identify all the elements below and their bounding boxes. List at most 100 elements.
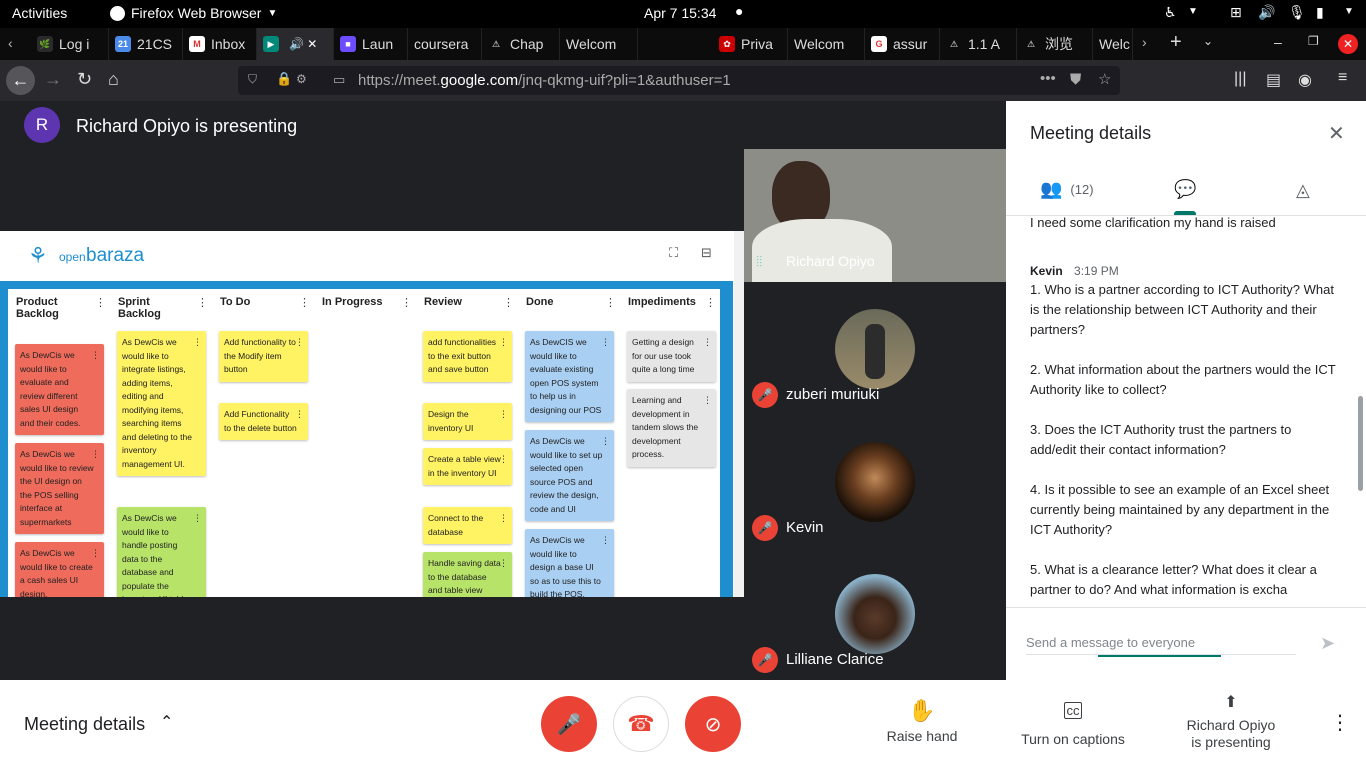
chat-scrollbar[interactable] (1358, 396, 1363, 491)
microphone-icon[interactable]: 🎙 (1288, 4, 1306, 21)
browser-tab[interactable]: ⚠ 浏览 (1017, 28, 1093, 60)
column-menu-icon[interactable]: ⋮ (503, 296, 514, 309)
page-actions-icon[interactable]: ••• (1040, 70, 1056, 87)
kanban-card[interactable]: As DewCis we would like to design a base… (525, 529, 614, 597)
board-scrollbar[interactable] (734, 231, 744, 597)
clock[interactable]: Apr 7 15:34 (644, 5, 716, 21)
raise-hand-button[interactable]: ✋ Raise hand (880, 698, 964, 744)
meeting-details-button[interactable]: Meeting details (24, 714, 145, 735)
card-menu-icon[interactable]: ⋮ (193, 336, 202, 350)
kanban-card[interactable]: add functionalities to the exit button a… (423, 331, 512, 382)
maximize-icon[interactable]: ❐ (1308, 34, 1319, 48)
card-menu-icon[interactable]: ⋮ (703, 394, 712, 408)
kanban-card[interactable]: As DewCis we would like to evaluate and … (15, 344, 104, 435)
chat-input[interactable]: Send a message to everyone (1026, 635, 1296, 655)
browser-tab[interactable]: coursera (408, 28, 482, 60)
battery-icon[interactable]: ▮ (1316, 4, 1324, 21)
kanban-card[interactable]: As DewCis we would like to review the UI… (15, 443, 104, 534)
back-icon[interactable]: ← (6, 66, 35, 95)
browser-tab[interactable]: Gassur (865, 28, 940, 60)
chevron-up-icon[interactable]: ⌃ (160, 712, 173, 732)
kanban-card[interactable]: As DewCIS we would like to evaluate exis… (525, 331, 614, 422)
card-menu-icon[interactable]: ⋮ (91, 349, 100, 363)
new-tab-icon[interactable]: + (1170, 31, 1182, 54)
card-menu-icon[interactable]: ⋮ (601, 435, 610, 449)
card-menu-icon[interactable]: ⋮ (499, 408, 508, 422)
card-menu-icon[interactable]: ⋮ (499, 512, 508, 526)
card-menu-icon[interactable]: ⋮ (499, 336, 508, 350)
browser-tab[interactable]: ▶ 🔊 ✕ (257, 28, 334, 60)
card-menu-icon[interactable]: ⋮ (499, 453, 508, 467)
browser-tab[interactable]: ⚠ Chap (482, 28, 560, 60)
send-icon[interactable]: ➤ (1320, 633, 1335, 654)
browser-tab[interactable]: ⚠ 1.1 A (940, 28, 1017, 60)
reload-icon[interactable]: ↻ (77, 69, 92, 90)
card-menu-icon[interactable]: ⋮ (91, 547, 100, 561)
url-bar[interactable]: ⛉ 🔒 ⚙ ▭ https://meet.google.com/jnq-qkmg… (238, 66, 1120, 95)
activities-button[interactable]: Activities (12, 5, 67, 21)
browser-tab[interactable]: 🌿 Log i (31, 28, 109, 60)
card-menu-icon[interactable]: ⋮ (499, 557, 508, 571)
browser-tab[interactable]: Welc (1093, 28, 1133, 60)
more-options-icon[interactable]: ⋮ (1330, 710, 1350, 735)
column-menu-icon[interactable]: ⋮ (95, 296, 106, 309)
browser-tab[interactable]: M Inbox (183, 28, 257, 60)
column-menu-icon[interactable]: ⋮ (299, 296, 310, 309)
browser-tab[interactable]: ✿ Priva (713, 28, 788, 60)
account-icon[interactable]: ◉ (1298, 70, 1312, 90)
kanban-card[interactable]: As DewCis we would like to create a cash… (15, 542, 104, 597)
network-icon[interactable]: ⊞ (1230, 4, 1242, 21)
kanban-card[interactable]: Design the inventory UI ⋮ (423, 403, 512, 440)
kanban-card[interactable]: Handle saving data to the database and t… (423, 552, 512, 597)
tab-scroll-left-icon[interactable]: ‹ (8, 35, 13, 51)
close-window-icon[interactable]: ✕ (1338, 34, 1358, 54)
list-tabs-icon[interactable]: ⌄ (1203, 34, 1213, 48)
menu-icon[interactable]: ≡ (1338, 69, 1347, 87)
browser-tab[interactable]: ■ Laun (334, 28, 408, 60)
sidebar-icon[interactable]: ▤ (1266, 70, 1281, 90)
tab-scroll-right-icon[interactable]: › (1142, 34, 1147, 50)
card-menu-icon[interactable]: ⋮ (91, 448, 100, 462)
kanban-card[interactable]: As DewCis we would like to integrate lis… (117, 331, 206, 476)
mic-toggle-button[interactable]: 🎤 (541, 696, 597, 752)
kanban-card[interactable]: Create a table view in the inventory UI ⋮ (423, 448, 512, 485)
pocket-icon[interactable]: ⛊ (1070, 71, 1081, 88)
lock-icon[interactable]: 🔒 (276, 71, 292, 87)
camera-share-icon[interactable]: ▭ (333, 72, 345, 88)
kanban-card[interactable]: As DewCis we would like to handle postin… (117, 507, 206, 597)
shield-icon[interactable]: ⛉ (248, 72, 257, 87)
browser-tab[interactable]: Welcom (788, 28, 865, 60)
leave-call-button[interactable]: ☎ (613, 696, 669, 752)
chat-icon[interactable]: 💬 (1174, 179, 1196, 200)
forward-icon[interactable]: → (44, 69, 62, 90)
archive-icon[interactable]: ⊟ (701, 245, 712, 261)
column-menu-icon[interactable]: ⋮ (705, 296, 716, 309)
fullscreen-icon[interactable]: ⛶ (669, 245, 678, 261)
card-menu-icon[interactable]: ⋮ (295, 336, 304, 350)
library-icon[interactable]: ||| (1234, 70, 1246, 88)
kanban-card[interactable]: Add Functionality to the delete button ⋮ (219, 403, 308, 440)
card-menu-icon[interactable]: ⋮ (601, 336, 610, 350)
card-menu-icon[interactable]: ⋮ (703, 336, 712, 350)
permissions-icon[interactable]: ⚙ (296, 72, 307, 86)
column-menu-icon[interactable]: ⋮ (605, 296, 616, 309)
browser-tab[interactable]: Welcom (560, 28, 638, 60)
home-icon[interactable]: ⌂ (108, 69, 119, 90)
app-menu[interactable]: Firefox Web Browser ▼ (110, 5, 277, 21)
tab-audio-close-icon[interactable]: 🔊 ✕ (289, 37, 317, 51)
column-menu-icon[interactable]: ⋮ (401, 296, 412, 309)
tab-people[interactable]: 👥 (12) (1040, 179, 1094, 200)
camera-toggle-button[interactable]: ⊘ (685, 696, 741, 752)
url-text[interactable]: https://meet.google.com/jnq-qkmg-uif?pli… (358, 72, 731, 89)
presenter-video-tile[interactable]: ⦙⦙ Richard Opiyo (744, 149, 1006, 282)
bookmark-star-icon[interactable]: ☆ (1098, 70, 1111, 88)
kanban-card[interactable]: Connect to the database ⋮ (423, 507, 512, 544)
kanban-card[interactable]: Learning and development in tandem slows… (627, 389, 716, 467)
kanban-card[interactable]: Add functionality to the Modify item but… (219, 331, 308, 382)
card-menu-icon[interactable]: ⋮ (601, 534, 610, 548)
chevron-down-icon[interactable]: ▼ (1344, 6, 1354, 17)
browser-tab[interactable]: 21 21CS (109, 28, 183, 60)
kanban-card[interactable]: As DewCis we would like to set up select… (525, 430, 614, 521)
captions-button[interactable]: cc Turn on captions (1014, 702, 1132, 747)
activities-icon[interactable]: ◬ (1296, 180, 1310, 201)
